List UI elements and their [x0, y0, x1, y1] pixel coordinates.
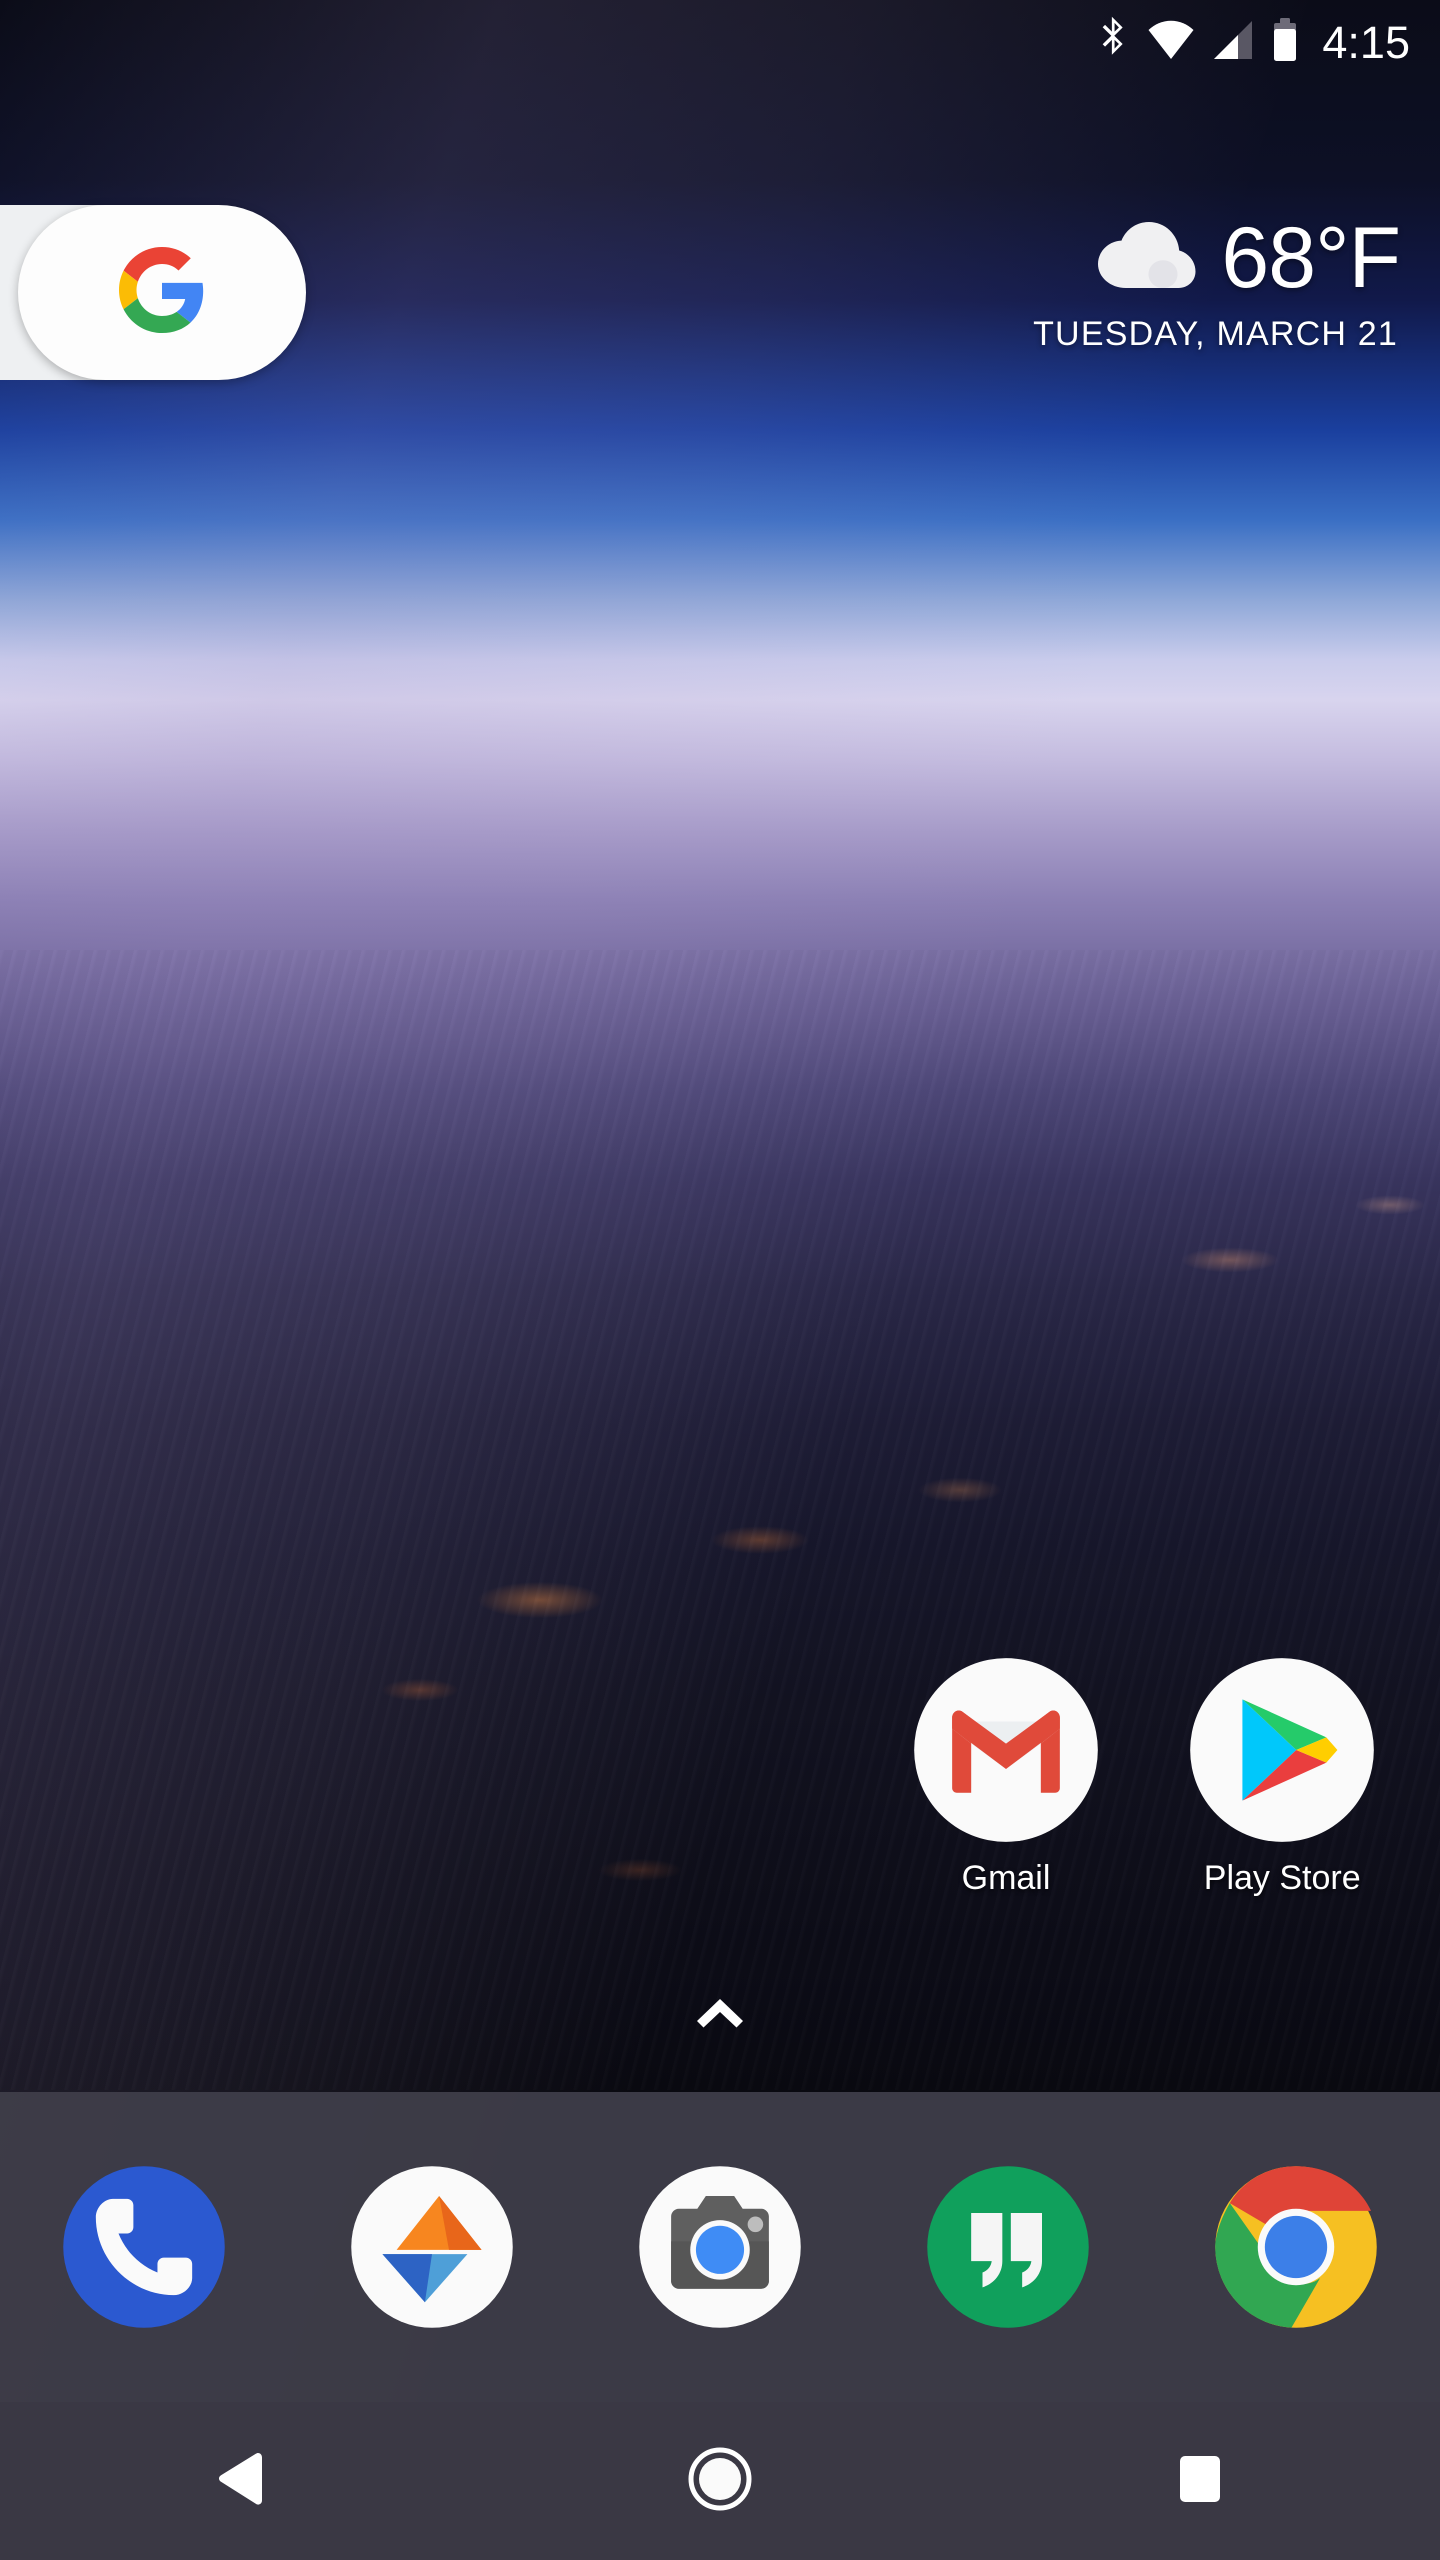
cloud-icon	[1097, 220, 1197, 297]
chrome-icon	[1211, 2162, 1381, 2332]
weather-main-row: 68°F	[1033, 210, 1401, 306]
home-screen-app-row: Gmail Play Store	[0, 1655, 1440, 1895]
dock-app-messaging[interactable]	[288, 2162, 576, 2332]
home-app-label: Play Store	[1203, 1859, 1361, 1897]
home-app-gmail[interactable]: Gmail	[868, 1655, 1144, 1895]
phone-icon	[59, 2162, 229, 2332]
chevron-up-icon	[693, 1995, 747, 2034]
triangle-left-icon	[214, 2450, 266, 2513]
circle-icon	[688, 2447, 752, 2516]
square-icon	[1177, 2454, 1223, 2509]
bluetooth-icon	[1096, 15, 1130, 70]
home-app-label: Gmail	[961, 1859, 1051, 1897]
back-button[interactable]	[0, 2402, 480, 2560]
google-g-icon	[119, 247, 205, 338]
recents-button[interactable]	[960, 2402, 1440, 2560]
navigation-bar	[0, 2402, 1440, 2560]
hangouts-icon	[923, 2162, 1093, 2332]
triangles-icon	[347, 2162, 517, 2332]
camera-icon	[635, 2162, 805, 2332]
android-home-screen: 4:15 68°F TUESDAY, MARCH 21 Gmail Play S…	[0, 0, 1440, 2560]
dock-app-hangouts[interactable]	[864, 2162, 1152, 2332]
dock-app-camera[interactable]	[576, 2162, 864, 2332]
google-search-pill[interactable]	[18, 205, 306, 380]
dock	[0, 2092, 1440, 2402]
weather-widget[interactable]: 68°F TUESDAY, MARCH 21	[1033, 210, 1401, 354]
app-drawer-handle[interactable]	[0, 1995, 1440, 2034]
weather-temperature: 68°F	[1221, 210, 1401, 306]
dock-app-phone[interactable]	[0, 2162, 288, 2332]
status-bar-clock: 4:15	[1322, 17, 1410, 68]
home-app-play-store[interactable]: Play Store	[1144, 1655, 1420, 1895]
home-button[interactable]	[480, 2402, 960, 2560]
gmail-icon	[911, 1655, 1101, 1845]
cellular-signal-icon	[1212, 20, 1254, 65]
play-store-icon	[1187, 1655, 1377, 1845]
wifi-icon	[1148, 20, 1194, 65]
weather-date: TUESDAY, MARCH 21	[1033, 315, 1398, 353]
battery-icon	[1272, 18, 1298, 67]
dock-app-chrome[interactable]	[1152, 2162, 1440, 2332]
status-bar: 4:15	[0, 0, 1440, 85]
